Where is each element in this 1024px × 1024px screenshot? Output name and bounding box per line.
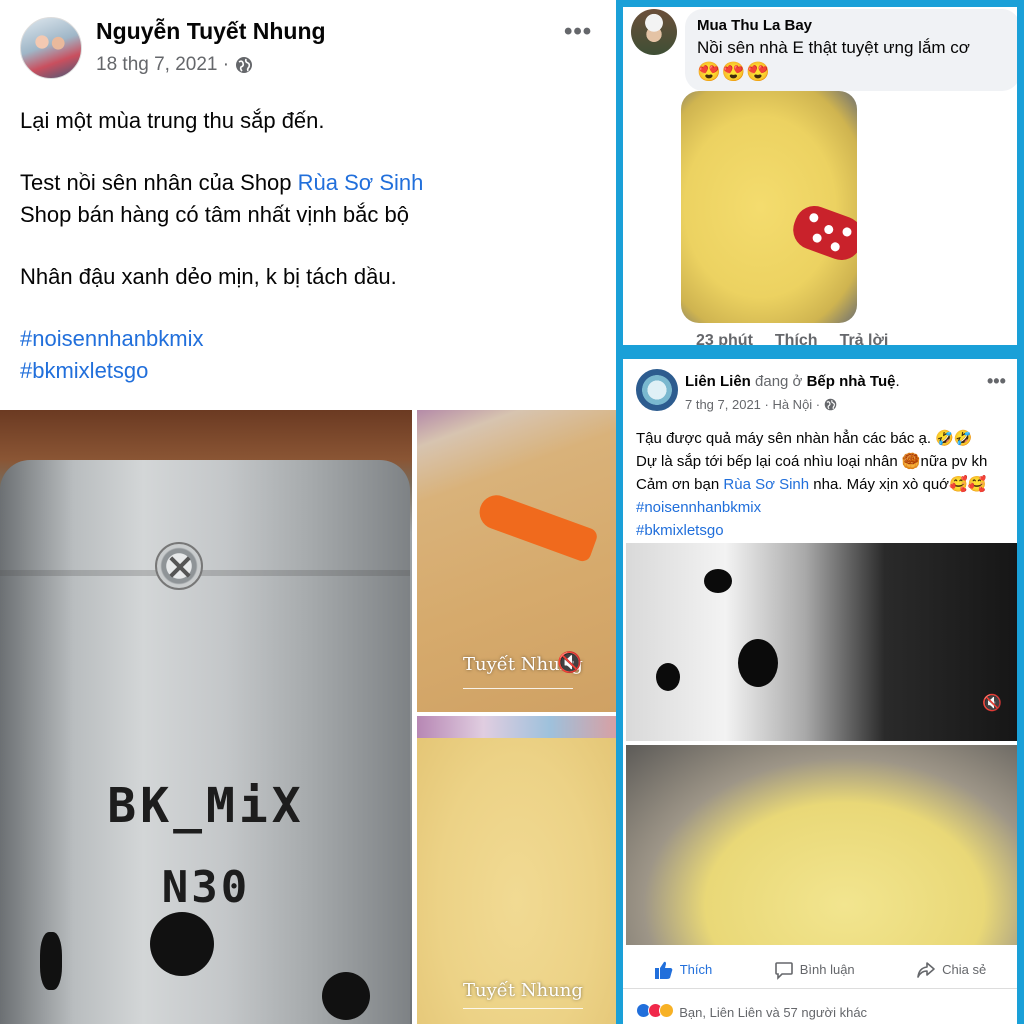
shared-post-panel: Liên Liên đang ở Bếp nhà Tuệ. 7 thg 7, 2… bbox=[616, 352, 1024, 1024]
globe-icon bbox=[824, 398, 837, 411]
hashtag-link[interactable]: #bkmixletsgo bbox=[20, 355, 600, 387]
post-author[interactable]: Liên Liên bbox=[685, 373, 751, 390]
post-line: Dự là sắp tới bếp lại coá nhìu loại nhân… bbox=[636, 453, 988, 470]
comment-actions: 23 phút Thích Trả lời bbox=[696, 332, 889, 345]
mute-icon[interactable]: 🔇 bbox=[982, 693, 1002, 713]
comment-like-button[interactable]: Thích bbox=[775, 332, 818, 345]
dough-photo-2[interactable]: Tuyết Nhung bbox=[417, 716, 616, 1024]
post-at-text: đang ở bbox=[750, 373, 807, 390]
page-avatar[interactable] bbox=[636, 369, 678, 411]
dough-bowl-photo[interactable] bbox=[626, 745, 1017, 945]
post-body: Tậu được quả máy sên nhàn hẳn các bác ạ.… bbox=[636, 427, 1017, 542]
post-line: Nhân đậu xanh dẻo mịn, k bị tách dầu. bbox=[20, 264, 397, 289]
oven-mitt bbox=[787, 200, 857, 266]
pot-video-thumbnail[interactable]: 🔇 bbox=[626, 543, 1017, 741]
reactions-text: Bạn, Liên Liên và 57 người khác bbox=[679, 1004, 868, 1020]
post-meta: 18 thg 7, 2021 · bbox=[96, 54, 253, 76]
reaction-icons bbox=[636, 1003, 675, 1021]
share-button[interactable]: Chia sẻ bbox=[916, 960, 986, 980]
comment-bubble: Mua Thu La Bay Nồi sên nhà E thật tuyệt … bbox=[685, 9, 1017, 91]
share-label: Chia sẻ bbox=[942, 962, 987, 977]
steel-pot: BK_MiX N30 bbox=[0, 460, 410, 1024]
hashtag-link[interactable]: #noisennhanbkmix bbox=[20, 323, 600, 355]
comment-emojis: 😍😍😍 bbox=[697, 62, 771, 83]
more-options-button[interactable]: ••• bbox=[987, 371, 1006, 392]
post-text: Cảm ơn bạn bbox=[636, 476, 724, 493]
like-button[interactable]: Thích bbox=[654, 960, 713, 980]
watermark: Tuyết Nhung bbox=[463, 980, 583, 1001]
post-line: Shop bán hàng có tâm nhất vịnh bắc bộ bbox=[20, 202, 409, 227]
hashtag-link[interactable]: #bkmixletsgo bbox=[636, 519, 1017, 542]
post-period: . bbox=[895, 373, 900, 390]
thumbs-up-icon bbox=[654, 961, 673, 979]
post-body: Lại một mùa trung thu sắp đến. Test nồi … bbox=[20, 105, 600, 387]
share-icon bbox=[917, 961, 935, 978]
reactions-summary[interactable]: Bạn, Liên Liên và 57 người khác bbox=[636, 1003, 867, 1021]
comment-reply-button[interactable]: Trả lời bbox=[840, 332, 889, 345]
post-text: nha. Máy xịn xò quớ🥰🥰 bbox=[809, 476, 987, 493]
post-line: Test nồi sên nhân của Shop Rùa Sơ Sinh bbox=[20, 167, 600, 199]
comment-icon bbox=[774, 961, 793, 980]
comment-panel: Mua Thu La Bay Nồi sên nhà E thật tuyệt … bbox=[616, 0, 1024, 352]
comment-button[interactable]: Bình luận bbox=[774, 960, 855, 980]
post-line: Cảm ơn bạn Rùa Sơ Sinh nha. Máy xịn xò q… bbox=[636, 473, 1017, 496]
post-line: Tậu được quả máy sên nhàn hẳn các bác ạ.… bbox=[636, 430, 973, 447]
screw-icon bbox=[155, 542, 203, 590]
shop-link[interactable]: Rùa Sơ Sinh bbox=[723, 476, 809, 493]
post-title: Liên Liên đang ở Bếp nhà Tuệ. bbox=[685, 373, 900, 390]
main-post: Nguyễn Tuyết Nhung 18 thg 7, 2021 · ••• … bbox=[0, 0, 616, 1024]
dough-photo-1[interactable]: Tuyết Nhung 🔇 bbox=[417, 410, 616, 712]
post-line: Lại một mùa trung thu sắp đến. bbox=[20, 108, 325, 133]
post-action-bar: Thích Bình luận Chia sẻ bbox=[623, 951, 1017, 989]
shop-link[interactable]: Rùa Sơ Sinh bbox=[298, 170, 424, 195]
commenter-avatar[interactable] bbox=[631, 9, 677, 55]
comment-text: Nồi sên nhà E thật tuyệt ưng lắm cơ bbox=[697, 38, 970, 57]
author-name[interactable]: Nguyễn Tuyết Nhung bbox=[96, 18, 326, 45]
mute-icon[interactable]: 🔇 bbox=[557, 650, 582, 675]
like-label: Thích bbox=[679, 962, 713, 977]
pot-label: BK_MiX bbox=[107, 778, 305, 834]
pot-model: N30 bbox=[161, 862, 251, 913]
post-meta: 7 thg 7, 2021 · Hà Nội · bbox=[685, 397, 837, 412]
comment-time[interactable]: 23 phút bbox=[696, 332, 753, 345]
post-date[interactable]: 18 thg 7, 2021 · bbox=[96, 54, 229, 76]
comment-photo[interactable] bbox=[681, 91, 857, 323]
wow-reaction-icon bbox=[659, 1003, 675, 1018]
author-avatar[interactable] bbox=[20, 17, 82, 79]
hashtag-link[interactable]: #noisennhanbkmix bbox=[636, 496, 1017, 519]
location-link[interactable]: Bếp nhà Tuệ bbox=[807, 373, 896, 390]
post-date[interactable]: 7 thg 7, 2021 · Hà Nội · bbox=[685, 397, 820, 412]
commenter-name[interactable]: Mua Thu La Bay bbox=[697, 17, 1008, 34]
spatula bbox=[474, 490, 600, 564]
post-text: Test nồi sên nhân của Shop bbox=[20, 170, 298, 195]
globe-icon bbox=[236, 57, 253, 73]
more-options-button[interactable]: ••• bbox=[564, 18, 592, 46]
comment-label: Bình luận bbox=[799, 962, 855, 977]
product-photo[interactable]: BK_MiX N30 bbox=[0, 410, 412, 1024]
